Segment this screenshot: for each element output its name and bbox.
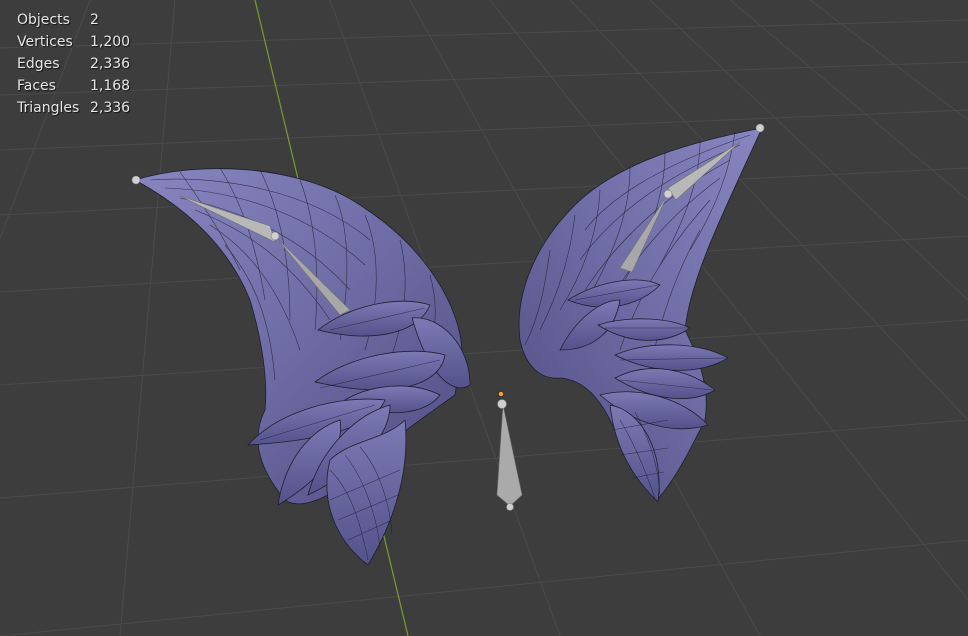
stats-row-edges: Edges 2,336: [17, 53, 150, 75]
stats-row-faces: Faces 1,168: [17, 75, 150, 97]
right-wing-mesh[interactable]: [518, 127, 763, 503]
stats-value: 1,200: [90, 34, 131, 50]
stats-row-objects: Objects 2: [17, 9, 150, 31]
stats-value: 2,336: [90, 56, 131, 72]
stats-label: Objects: [17, 12, 70, 28]
object-origin-point[interactable]: [498, 391, 504, 397]
scene-statistics-overlay: Objects 2 Vertices 1,200 Edges 2,336 Fac…: [17, 9, 150, 119]
left-wing-mesh[interactable]: [133, 167, 471, 566]
stats-value: 2: [90, 12, 99, 28]
stats-label: Vertices: [17, 34, 73, 50]
stats-label: Faces: [17, 78, 56, 94]
stats-row-vertices: Vertices 1,200: [17, 31, 150, 53]
stats-row-triangles: Triangles 2,336: [17, 97, 150, 119]
stats-value: 2,336: [90, 100, 131, 116]
stats-label: Edges: [17, 56, 60, 72]
3d-viewport[interactable]: Objects 2 Vertices 1,200 Edges 2,336 Fac…: [0, 0, 968, 636]
stats-label: Triangles: [17, 100, 80, 116]
stats-value: 1,168: [90, 78, 131, 94]
root-bone[interactable]: [496, 399, 523, 511]
